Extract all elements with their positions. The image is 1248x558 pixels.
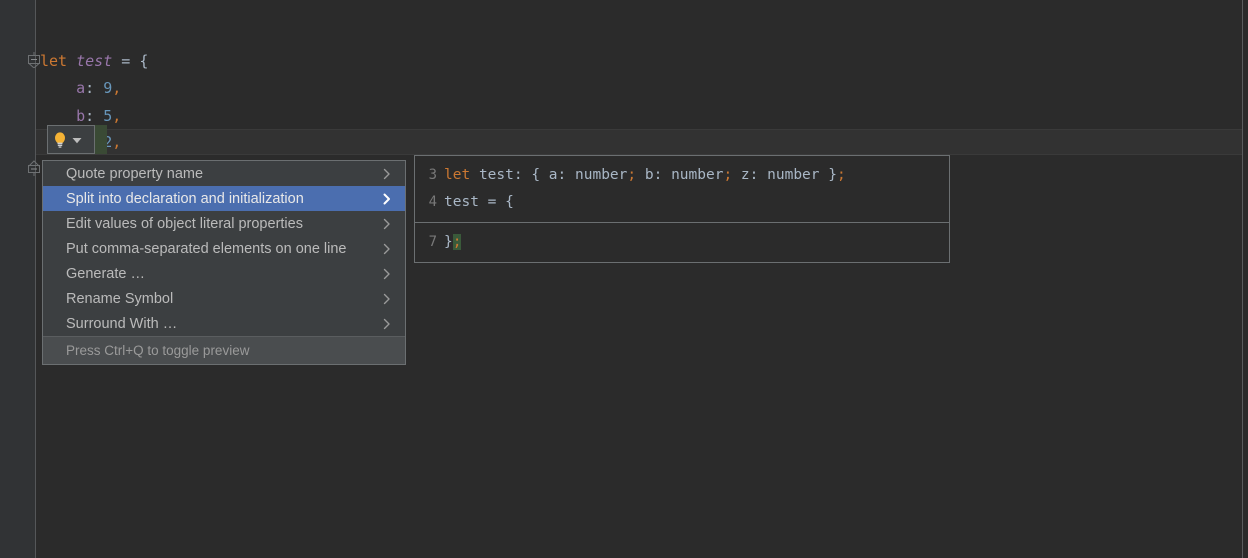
- preview-code-text: test = {: [444, 189, 514, 216]
- code-token: let: [444, 167, 471, 183]
- code-token: =: [121, 52, 131, 70]
- change-marker-strip: [95, 125, 107, 154]
- intention-menu-item[interactable]: Surround With …: [43, 311, 405, 336]
- chevron-right-icon[interactable]: [381, 317, 393, 331]
- code-token: number: [575, 167, 628, 183]
- code-token: ;: [723, 167, 733, 183]
- code-token: :: [557, 167, 567, 183]
- intention-actions-menu[interactable]: Quote property name Split into declaratio…: [42, 160, 406, 365]
- code-token: let: [40, 52, 68, 70]
- intention-menu-item-label: Edit values of object literal properties: [66, 215, 303, 232]
- intention-menu-item[interactable]: Rename Symbol: [43, 286, 405, 311]
- intention-menu-footer: Press Ctrl+Q to toggle preview: [43, 336, 405, 364]
- code-token: b: [76, 107, 86, 125]
- intention-menu-item[interactable]: Edit values of object literal properties: [43, 211, 405, 236]
- code-token: ;: [452, 234, 462, 250]
- preview-line: 3 let test: { a: number; b: number; z: nu…: [415, 162, 949, 189]
- code-token: test: [444, 194, 479, 210]
- code-token: ,: [112, 79, 122, 97]
- preview-line-number: 3: [428, 167, 437, 183]
- code-token: a: [76, 79, 86, 97]
- code-token: number: [671, 167, 724, 183]
- preview-code-text: };: [444, 229, 462, 256]
- code-token: z: [740, 167, 750, 183]
- preview-code-text: let test: { a: number; b: number; z: num…: [444, 162, 846, 189]
- intention-menu-item[interactable]: Generate …: [43, 261, 405, 286]
- intention-menu-item-label: Surround With …: [66, 315, 178, 332]
- code-token: ;: [627, 167, 637, 183]
- code-token: a: [548, 167, 558, 183]
- lightbulb-icon[interactable]: [51, 131, 69, 149]
- preview-line: 7};: [415, 229, 949, 256]
- chevron-right-icon[interactable]: [381, 292, 393, 306]
- code-token: :: [85, 79, 95, 97]
- code-token: 9: [103, 79, 113, 97]
- fold-marker-end-icon[interactable]: [26, 160, 42, 176]
- preview-line-number: 7: [428, 234, 437, 250]
- code-token: :: [85, 107, 95, 125]
- code-token: }: [828, 167, 837, 183]
- editor-gutter[interactable]: [0, 0, 36, 558]
- code-token: ,: [112, 133, 122, 151]
- chevron-right-icon[interactable]: [381, 242, 393, 256]
- code-token: test: [478, 167, 514, 183]
- intention-menu-item-label: Generate …: [66, 265, 145, 282]
- intention-menu-item-label: Rename Symbol: [66, 290, 174, 307]
- code-line[interactable]: let test = {: [40, 48, 148, 74]
- preview-block: 3 let test: { a: number; b: number; z: nu…: [415, 156, 949, 222]
- code-token: :: [513, 167, 523, 183]
- code-token: {: [531, 167, 541, 183]
- code-token: 5: [103, 107, 113, 125]
- intention-menu-item[interactable]: Put comma-separated elements on one line: [43, 236, 405, 261]
- code-token: {: [139, 52, 149, 70]
- intention-menu-item-label: Put comma-separated elements on one line: [66, 240, 347, 257]
- code-token: }: [444, 234, 453, 250]
- code-token: b: [644, 167, 654, 183]
- code-line[interactable]: a: 9,: [40, 75, 121, 101]
- chevron-right-icon[interactable]: [381, 192, 393, 206]
- intention-menu-item[interactable]: Split into declaration and initializatio…: [43, 186, 405, 211]
- preview-line: 4 test = {: [415, 189, 949, 216]
- chevron-right-icon[interactable]: [381, 167, 393, 181]
- intention-menu-list[interactable]: Quote property name Split into declaratio…: [43, 161, 405, 336]
- intention-preview-panel: 3 let test: { a: number; b: number; z: nu…: [414, 155, 950, 263]
- intention-bulb-widget[interactable]: [47, 125, 95, 154]
- code-token: ;: [836, 167, 846, 183]
- intention-menu-item-label: Quote property name: [66, 165, 204, 182]
- right-margin-line: [1242, 0, 1243, 558]
- current-line-highlight: [36, 129, 1242, 155]
- preview-line-number: 4: [428, 194, 437, 210]
- chevron-right-icon[interactable]: [381, 217, 393, 231]
- dropdown-arrow-icon[interactable]: [71, 134, 83, 146]
- code-token: {: [505, 194, 514, 210]
- preview-block: 7};: [415, 222, 949, 262]
- intention-menu-item[interactable]: Quote property name: [43, 161, 405, 186]
- intention-menu-item-label: Split into declaration and initializatio…: [66, 190, 304, 207]
- code-token: number: [767, 167, 820, 183]
- intention-menu-footer-hint: Press Ctrl+Q to toggle preview: [66, 343, 250, 358]
- code-token: test: [76, 52, 113, 70]
- code-token: ,: [112, 107, 122, 125]
- chevron-right-icon[interactable]: [381, 267, 393, 281]
